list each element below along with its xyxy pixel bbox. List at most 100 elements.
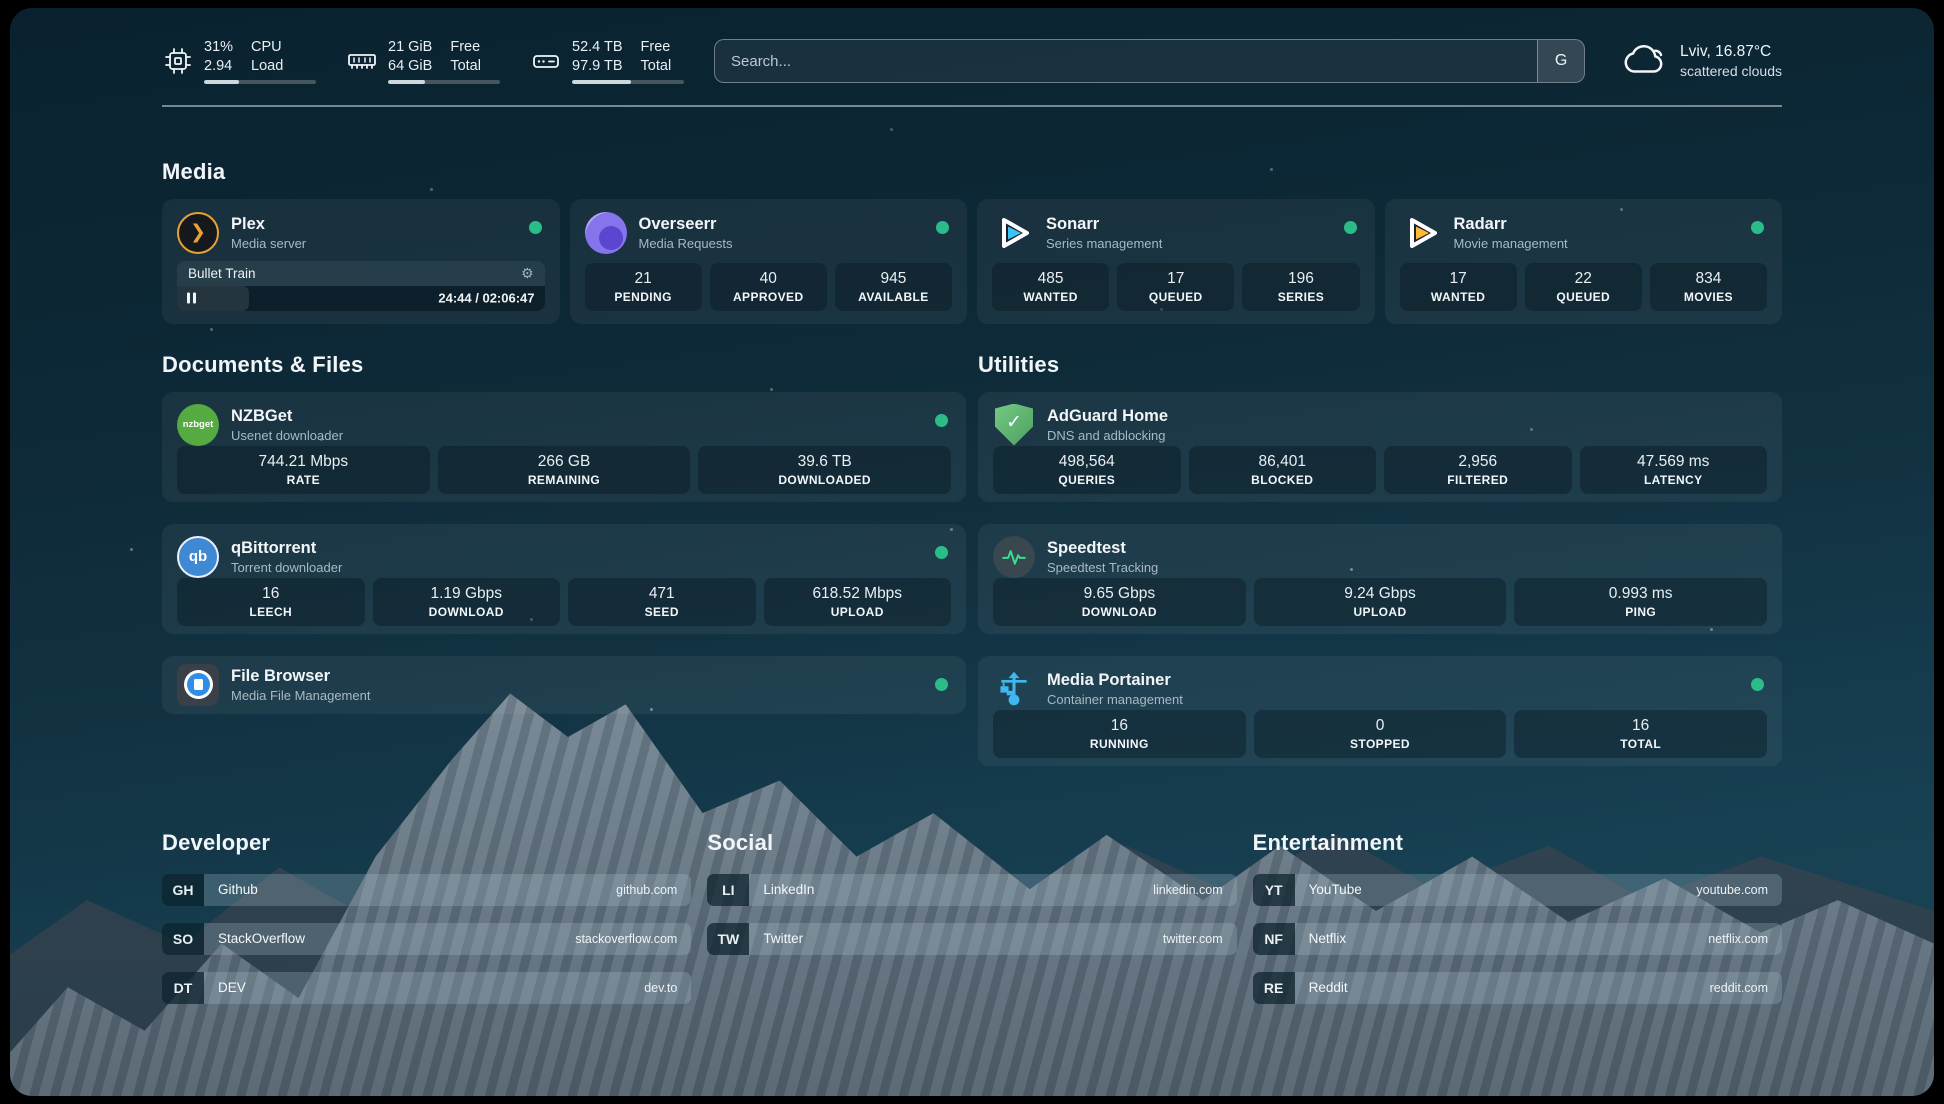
link-linkedin[interactable]: LI LinkedIn linkedin.com [707, 874, 1236, 906]
stat-blocked: 86,401 BLOCKED [1189, 446, 1377, 494]
portainer-icon [993, 668, 1035, 710]
link-url: youtube.com [1696, 883, 1768, 897]
stat-ping: 0.993 ms PING [1514, 578, 1767, 626]
card-title: Sonarr [1046, 215, 1162, 234]
dashboard-screen: 31% 2.94 CPU Load [10, 8, 1934, 1096]
link-name: StackOverflow [218, 931, 305, 946]
stat-wanted: 17 WANTED [1400, 263, 1517, 311]
playback-progress-bar[interactable]: 24:44 / 02:06:47 [177, 286, 545, 311]
stat-leech: 16 LEECH [177, 578, 365, 626]
stat-queued: 17 QUEUED [1117, 263, 1234, 311]
dashboard-content: 31% 2.94 CPU Load [10, 8, 1934, 1096]
card-portainer[interactable]: Media Portainer Container management 16 … [978, 656, 1782, 766]
link-url: github.com [616, 883, 677, 897]
card-adguard[interactable]: ✓ AdGuard Home DNS and adblocking 498,56… [978, 392, 1782, 502]
search-input[interactable]: Search... [715, 40, 1537, 82]
now-playing-title: Bullet Train [188, 266, 256, 281]
cpu-load-value: 2.94 [204, 57, 233, 76]
weather-widget: Lviv, 16.87°C scattered clouds [1621, 38, 1782, 84]
card-title: Media Portainer [1047, 671, 1183, 690]
card-title: Overseerr [639, 215, 733, 234]
bookmark-grid: Developer GH Github github.com SO StackO… [162, 766, 1782, 1004]
card-speedtest[interactable]: Speedtest Speedtest Tracking 9.65 Gbps D… [978, 524, 1782, 634]
cpu-icon [162, 45, 194, 77]
stat-download: 9.65 Gbps DOWNLOAD [993, 578, 1246, 626]
card-plex[interactable]: ❯ Plex Media server Bullet Train ⚙ [162, 199, 560, 324]
sonarr-icon [992, 212, 1034, 254]
card-subtitle: Series management [1046, 236, 1162, 251]
card-filebrowser[interactable]: File Browser Media File Management [162, 656, 966, 714]
stat-available: 945 AVAILABLE [835, 263, 952, 311]
stat-total: 16 TOTAL [1514, 710, 1767, 758]
link-badge: TW [707, 923, 749, 955]
cpu-widget: 31% 2.94 CPU Load [162, 38, 316, 85]
filebrowser-icon [177, 664, 219, 706]
stat-downloaded: 39.6 TB DOWNLOADED [698, 446, 951, 494]
link-youtube[interactable]: YT YouTube youtube.com [1253, 874, 1782, 906]
link-stackoverflow[interactable]: SO StackOverflow stackoverflow.com [162, 923, 691, 955]
cpu-load-label: Load [251, 57, 283, 76]
status-dot [935, 678, 948, 691]
disk-total-label: Total [641, 57, 672, 76]
header-divider [162, 105, 1782, 107]
section-title-social: Social [707, 830, 1236, 856]
stat-queued: 22 QUEUED [1525, 263, 1642, 311]
gear-icon[interactable]: ⚙ [521, 266, 534, 280]
card-subtitle: Container management [1047, 692, 1183, 707]
link-badge: NF [1253, 923, 1295, 955]
documents-column: Documents & Files nzbget NZBGet Usenet d… [162, 324, 966, 766]
memory-usage-bar [388, 80, 500, 84]
ram-icon [346, 45, 378, 77]
qbittorrent-icon: qb [177, 536, 219, 578]
disk-total-value: 97.9 TB [572, 57, 623, 76]
stat-running: 16 RUNNING [993, 710, 1246, 758]
link-dev[interactable]: DT DEV dev.to [162, 972, 691, 1004]
card-qbittorrent[interactable]: qb qBittorrent Torrent downloader 16 LEE… [162, 524, 966, 634]
status-dot [1751, 678, 1764, 691]
link-name: DEV [218, 980, 246, 995]
card-sonarr[interactable]: Sonarr Series management 485 WANTED 17 Q… [977, 199, 1375, 324]
link-name: Github [218, 882, 258, 897]
stat-filtered: 2,956 FILTERED [1384, 446, 1572, 494]
speedtest-icon [993, 536, 1035, 578]
link-url: reddit.com [1710, 981, 1768, 995]
plex-now-playing: Bullet Train ⚙ 24:44 / 02:06:47 [177, 261, 545, 311]
memory-free-value: 21 GiB [388, 38, 432, 57]
disk-icon [530, 45, 562, 77]
search-engine-button[interactable]: G [1537, 40, 1584, 82]
card-title: AdGuard Home [1047, 407, 1168, 426]
stat-series: 196 SERIES [1242, 263, 1359, 311]
link-badge: SO [162, 923, 204, 955]
cloud-icon [1621, 38, 1667, 84]
pause-icon[interactable] [187, 293, 196, 304]
stat-pending: 21 PENDING [585, 263, 702, 311]
stat-wanted: 485 WANTED [992, 263, 1109, 311]
developer-links: Developer GH Github github.com SO StackO… [162, 766, 691, 1004]
stat-seed: 471 SEED [568, 578, 756, 626]
middle-grid: Documents & Files nzbget NZBGet Usenet d… [162, 324, 1782, 766]
disk-widget: 52.4 TB 97.9 TB Free Total [530, 38, 684, 85]
link-reddit[interactable]: RE Reddit reddit.com [1253, 972, 1782, 1004]
card-radarr[interactable]: Radarr Movie management 17 WANTED 22 QUE… [1385, 199, 1783, 324]
status-dot [935, 414, 948, 427]
stat-movies: 834 MOVIES [1650, 263, 1767, 311]
link-github[interactable]: GH Github github.com [162, 874, 691, 906]
card-subtitle: Torrent downloader [231, 560, 342, 575]
link-netflix[interactable]: NF Netflix netflix.com [1253, 923, 1782, 955]
card-overseerr[interactable]: Overseerr Media Requests 21 PENDING 40 A… [570, 199, 968, 324]
link-name: LinkedIn [763, 882, 814, 897]
stat-stopped: 0 STOPPED [1254, 710, 1507, 758]
link-badge: YT [1253, 874, 1295, 906]
status-dot [529, 221, 542, 234]
card-subtitle: Movie management [1454, 236, 1568, 251]
utilities-column: Utilities ✓ AdGuard Home DNS and adblock… [978, 324, 1782, 766]
card-nzbget[interactable]: nzbget NZBGet Usenet downloader 744.21 M… [162, 392, 966, 502]
card-subtitle: Speedtest Tracking [1047, 560, 1158, 575]
stat-latency: 47.569 ms LATENCY [1580, 446, 1768, 494]
link-name: Reddit [1309, 980, 1348, 995]
disk-free-label: Free [641, 38, 672, 57]
stat-remaining: 266 GB REMAINING [438, 446, 691, 494]
stat-approved: 40 APPROVED [710, 263, 827, 311]
memory-widget: 21 GiB 64 GiB Free Total [346, 38, 500, 85]
link-twitter[interactable]: TW Twitter twitter.com [707, 923, 1236, 955]
